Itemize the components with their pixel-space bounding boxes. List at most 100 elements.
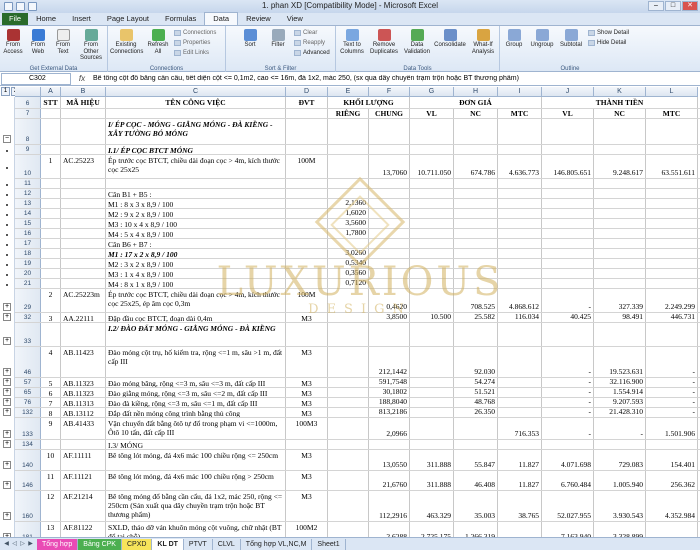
row-number[interactable]: 133 xyxy=(15,418,41,439)
table-cell[interactable] xyxy=(542,145,594,154)
select-all-corner[interactable] xyxy=(15,87,41,97)
table-cell[interactable] xyxy=(369,229,410,238)
table-cell[interactable] xyxy=(594,209,646,218)
table-cell[interactable] xyxy=(410,269,454,278)
table-cell[interactable] xyxy=(454,239,498,248)
table-cell[interactable]: M3 xyxy=(286,313,328,322)
table-cell[interactable] xyxy=(594,219,646,228)
table-cell[interactable]: Ép trước cọc BTCT, chiều dài đoạn cọc > … xyxy=(106,289,286,312)
table-cell[interactable] xyxy=(594,119,646,144)
column-header-d[interactable]: D xyxy=(286,87,328,97)
table-cell[interactable]: 6 xyxy=(41,388,61,397)
table-cell[interactable] xyxy=(328,313,369,322)
table-cell[interactable] xyxy=(61,229,106,238)
table-cell[interactable] xyxy=(328,440,369,449)
table-cell[interactable] xyxy=(646,119,698,144)
table-cell[interactable]: 716.353 xyxy=(498,418,542,439)
table-cell[interactable]: 2,6288 xyxy=(369,522,410,537)
next-sheet-icon[interactable]: ▷ xyxy=(19,540,26,548)
row-number[interactable]: 16 xyxy=(15,229,41,238)
table-cell[interactable] xyxy=(498,323,542,346)
table-cell[interactable] xyxy=(454,418,498,439)
table-cell[interactable]: 674.786 xyxy=(454,155,498,178)
table-cell[interactable] xyxy=(410,119,454,144)
table-cell[interactable] xyxy=(410,199,454,208)
table-cell[interactable] xyxy=(646,179,698,188)
row-number[interactable]: 12 xyxy=(15,189,41,198)
column-header-k[interactable]: K xyxy=(594,87,646,97)
table-cell[interactable]: 1.554.914 xyxy=(594,388,646,397)
tab-formulas[interactable]: Formulas xyxy=(157,13,204,25)
table-cell[interactable] xyxy=(369,219,410,228)
header-cell[interactable] xyxy=(41,109,61,118)
table-cell[interactable] xyxy=(41,323,61,346)
expand-icon[interactable]: + xyxy=(3,313,11,321)
table-cell[interactable] xyxy=(594,145,646,154)
table-cell[interactable] xyxy=(328,189,369,198)
table-cell[interactable]: 311.888 xyxy=(410,450,454,470)
table-cell[interactable]: M1 : 17 x 2 x 8,9 / 100 xyxy=(106,249,286,258)
table-cell[interactable] xyxy=(286,179,328,188)
table-cell[interactable]: - xyxy=(646,408,698,417)
table-cell[interactable] xyxy=(498,229,542,238)
table-cell[interactable] xyxy=(410,378,454,387)
table-cell[interactable] xyxy=(542,209,594,218)
table-cell[interactable] xyxy=(41,249,61,258)
table-cell[interactable] xyxy=(41,199,61,208)
header-nc[interactable]: NC xyxy=(454,109,498,118)
prev-sheet-icon[interactable]: ◁ xyxy=(11,540,18,548)
table-cell[interactable]: 3,5600 xyxy=(328,219,369,228)
table-cell[interactable] xyxy=(594,279,646,288)
table-cell[interactable]: M3 xyxy=(286,471,328,490)
table-cell[interactable]: Bê tông móng đổ bằng cần cẩu, đá 1x2, má… xyxy=(106,491,286,521)
table-cell[interactable]: 100M xyxy=(286,155,328,178)
table-cell[interactable]: M3 xyxy=(286,450,328,470)
expand-icon[interactable]: + xyxy=(3,461,11,469)
table-cell[interactable] xyxy=(286,209,328,218)
row-number[interactable]: 13 xyxy=(15,199,41,208)
from-text-button[interactable]: From Text xyxy=(52,29,74,55)
table-cell[interactable]: 3 xyxy=(41,313,61,322)
table-cell[interactable]: 1.005.940 xyxy=(594,471,646,490)
minimize-button[interactable]: – xyxy=(648,1,664,11)
header-don-gia[interactable]: ĐƠN GIÁ xyxy=(410,97,542,108)
clear-button[interactable]: Clear xyxy=(294,30,317,36)
table-cell[interactable] xyxy=(498,279,542,288)
collapse-icon[interactable]: − xyxy=(3,135,11,143)
outline-level-1[interactable]: 1 xyxy=(1,87,10,96)
expand-icon[interactable]: + xyxy=(3,378,11,386)
table-cell[interactable]: 1.266.319 xyxy=(454,522,498,537)
table-cell[interactable] xyxy=(454,179,498,188)
table-cell[interactable] xyxy=(41,440,61,449)
sheet-tab-bang-cpk[interactable]: Bảng CPK xyxy=(78,538,122,550)
table-cell[interactable]: 30,1802 xyxy=(369,388,410,397)
table-cell[interactable] xyxy=(410,388,454,397)
table-cell[interactable] xyxy=(328,378,369,387)
table-cell[interactable]: 98.491 xyxy=(594,313,646,322)
table-cell[interactable] xyxy=(454,440,498,449)
sheet-tab-tong-hop-vl[interactable]: Tổng hợp VL,NC,M xyxy=(241,538,313,550)
tab-home[interactable]: Home xyxy=(28,13,64,25)
table-cell[interactable] xyxy=(410,249,454,258)
table-cell[interactable] xyxy=(328,471,369,490)
table-cell[interactable]: Vận chuyển đất bằng ôtô tự đổ trong phạm… xyxy=(106,418,286,439)
table-cell[interactable] xyxy=(410,408,454,417)
table-cell[interactable] xyxy=(328,145,369,154)
table-cell[interactable]: - xyxy=(542,408,594,417)
table-cell[interactable] xyxy=(410,239,454,248)
table-cell[interactable] xyxy=(498,179,542,188)
row-number[interactable]: 20 xyxy=(15,269,41,278)
table-cell[interactable] xyxy=(498,347,542,377)
close-button[interactable]: ✕ xyxy=(682,1,698,11)
header-chung[interactable]: CHUNG xyxy=(369,109,410,118)
table-cell[interactable]: 212,1442 xyxy=(369,347,410,377)
table-cell[interactable]: 51.521 xyxy=(454,388,498,397)
table-cell[interactable]: AC.25223m xyxy=(61,289,106,312)
table-cell[interactable] xyxy=(328,418,369,439)
table-cell[interactable]: M2 : 9 x 2 x 8,9 / 100 xyxy=(106,209,286,218)
filter-button[interactable]: Filter xyxy=(268,29,288,49)
table-cell[interactable] xyxy=(410,179,454,188)
table-cell[interactable] xyxy=(454,249,498,258)
table-cell[interactable] xyxy=(454,119,498,144)
table-cell[interactable] xyxy=(410,229,454,238)
